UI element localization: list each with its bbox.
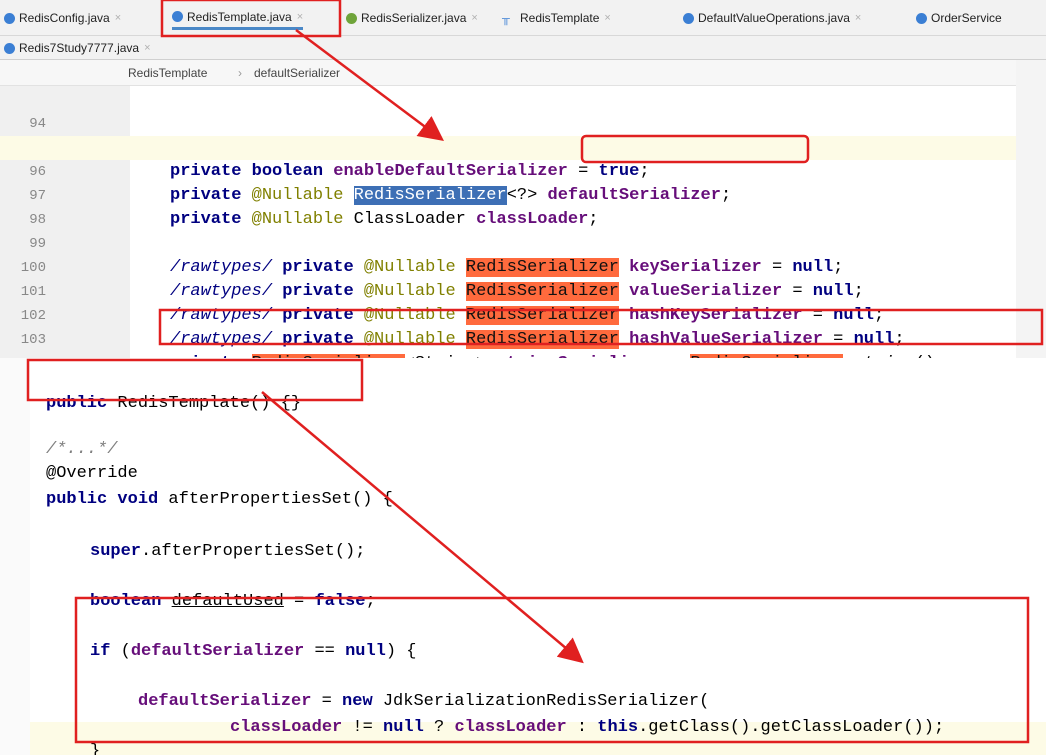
close-icon[interactable]: ×	[471, 12, 477, 24]
tab-orderservice[interactable]: OrderService	[916, 6, 1002, 30]
assign-default-line: defaultSerializer = new JdkSerialization…	[138, 692, 710, 711]
class-icon	[683, 12, 694, 24]
close-icon[interactable]: ×	[144, 42, 150, 54]
default-used-line: boolean defaultUsed = false;	[90, 592, 376, 611]
breadcrumb-member[interactable]: defaultSerializer	[254, 66, 340, 80]
code-line-103: 103 private RedisSerializer<String> stri…	[0, 304, 1016, 373]
tab-redistemplate-hierarchy[interactable]: ╥ RedisTemplate ×	[502, 6, 611, 30]
editor-tab-bar: RedisConfig.java × RedisTemplate.java × …	[0, 0, 1046, 36]
constructor-line: public RedisTemplate() {}	[46, 394, 302, 413]
tab-label: Redis7Study7777.java	[19, 41, 140, 55]
tab-redistemplate[interactable]: RedisTemplate.java ×	[172, 6, 304, 30]
tab-label: RedisConfig.java	[19, 11, 110, 25]
code-line-100: 100 /rawtypes/ private @Nullable RedisSe…	[0, 232, 1016, 301]
code-line-94: 94 private boolean initialized = false;	[0, 88, 1016, 157]
editor-tab-bar-row2: Redis7Study7777.java ×	[0, 36, 1046, 60]
code-line-95: 95 private boolean enableDefaultSerializ…	[0, 112, 1016, 181]
code-line-104: 104	[0, 328, 1016, 372]
close-icon[interactable]: ×	[855, 12, 861, 24]
close-icon[interactable]: ×	[115, 12, 121, 24]
tab-redisconfig[interactable]: RedisConfig.java ×	[4, 6, 121, 30]
code-line-102: 102 /rawtypes/ private @Nullable RedisSe…	[0, 280, 1016, 349]
breadcrumb-class[interactable]: RedisTemplate	[128, 66, 207, 80]
code-line-99: 99 /rawtypes/ private @Nullable RedisSer…	[0, 208, 1016, 277]
class-icon	[916, 12, 927, 24]
editor-scrollbar[interactable]	[1016, 60, 1046, 358]
code-line-97: 97 private @Nullable ClassLoader classLo…	[0, 160, 1016, 229]
code-line-101: 101 /rawtypes/ private @Nullable RedisSe…	[0, 256, 1016, 325]
hierarchy-icon: ╥	[502, 12, 510, 25]
tab-label: DefaultValueOperations.java	[698, 11, 850, 25]
interface-icon	[346, 12, 357, 24]
override-annotation: @Override	[46, 464, 138, 483]
super-call-line: super.afterPropertiesSet();	[90, 542, 366, 561]
breadcrumb: RedisTemplate › defaultSerializer	[0, 60, 1016, 86]
tab-label: RedisSerializer.java	[361, 11, 467, 25]
editor-top-pane: RedisConfig.java × RedisTemplate.java × …	[0, 0, 1046, 373]
code-line-96: 96 private @Nullable RedisSerializer<?> …	[0, 136, 1016, 205]
breadcrumb-separator: ›	[238, 66, 242, 80]
close-icon[interactable]: ×	[297, 11, 303, 23]
tab-label: RedisTemplate.java	[187, 9, 292, 24]
class-icon	[4, 12, 15, 24]
tab-redisserializer[interactable]: RedisSerializer.java ×	[346, 6, 478, 30]
class-icon	[172, 11, 183, 22]
tab-label: OrderService	[931, 11, 1002, 25]
if-null-line: if (defaultSerializer == null) {	[90, 642, 417, 661]
method-signature: public void afterPropertiesSet() {	[46, 490, 393, 509]
code-line-98: 98	[0, 184, 1016, 228]
class-icon	[4, 42, 15, 54]
tab-defaultvalueoperations[interactable]: DefaultValueOperations.java ×	[683, 6, 861, 30]
close-brace-line: }	[90, 742, 101, 755]
close-icon[interactable]: ×	[604, 12, 610, 24]
tab-label: RedisTemplate	[520, 11, 600, 25]
tab-redis7study[interactable]: Redis7Study7777.java ×	[4, 36, 151, 60]
